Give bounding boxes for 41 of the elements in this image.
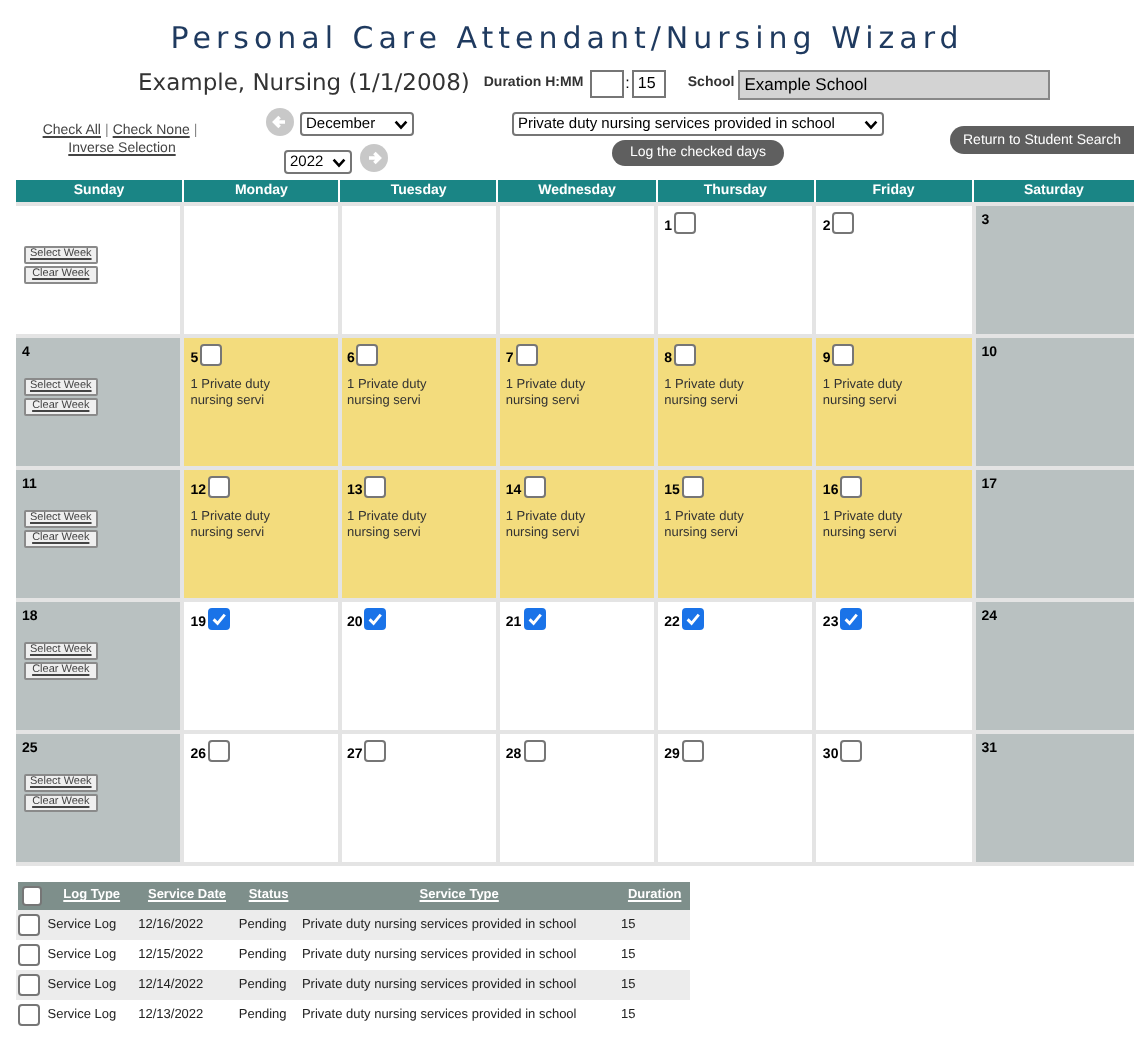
checkbox[interactable]: [523, 740, 546, 762]
checkbox[interactable]: [21, 886, 42, 906]
time-separator: :: [625, 72, 630, 96]
checkbox[interactable]: [364, 608, 387, 630]
dropdown-caret-icon: [394, 119, 408, 129]
checkbox[interactable]: [364, 740, 387, 762]
checkbox[interactable]: [18, 944, 41, 966]
checkbox[interactable]: [681, 740, 704, 762]
checkbox[interactable]: [523, 608, 546, 630]
checkbox[interactable]: [523, 476, 546, 498]
checkbox[interactable]: [18, 1004, 41, 1026]
checkbox[interactable]: [832, 344, 855, 366]
minutes-field[interactable]: 15: [631, 70, 666, 98]
page-title: Personal Care Attendant/Nursing Wizard: [168, 18, 966, 60]
checkbox[interactable]: [515, 344, 538, 366]
checkbox[interactable]: [364, 476, 387, 498]
student-name: Example, Nursing (1/1/2008): [138, 66, 470, 101]
checkmark-icon: [366, 610, 385, 628]
dropdown-caret-icon: [332, 157, 346, 167]
checkbox[interactable]: [681, 608, 704, 630]
checkbox[interactable]: [840, 476, 863, 498]
checkbox[interactable]: [840, 608, 863, 630]
checkmark-icon: [842, 610, 861, 628]
checkbox[interactable]: [356, 344, 379, 366]
dropdown-caret-icon: [864, 119, 878, 129]
checkbox[interactable]: [208, 740, 230, 762]
checkbox[interactable]: [832, 212, 855, 234]
checkbox[interactable]: [200, 344, 223, 366]
checkbox[interactable]: [18, 974, 41, 996]
checkbox[interactable]: [674, 344, 697, 366]
checkmark-icon: [210, 610, 228, 628]
checkbox[interactable]: [681, 476, 704, 498]
checkmark-icon: [683, 610, 702, 628]
hours-field[interactable]: [589, 70, 624, 98]
checkbox[interactable]: [208, 608, 230, 630]
checkbox[interactable]: [18, 914, 41, 936]
checkbox[interactable]: [674, 212, 697, 234]
checkbox[interactable]: [840, 740, 863, 762]
school-field[interactable]: Example School: [738, 69, 1051, 99]
checkmark-icon: [525, 610, 544, 628]
checkbox[interactable]: [208, 476, 230, 498]
